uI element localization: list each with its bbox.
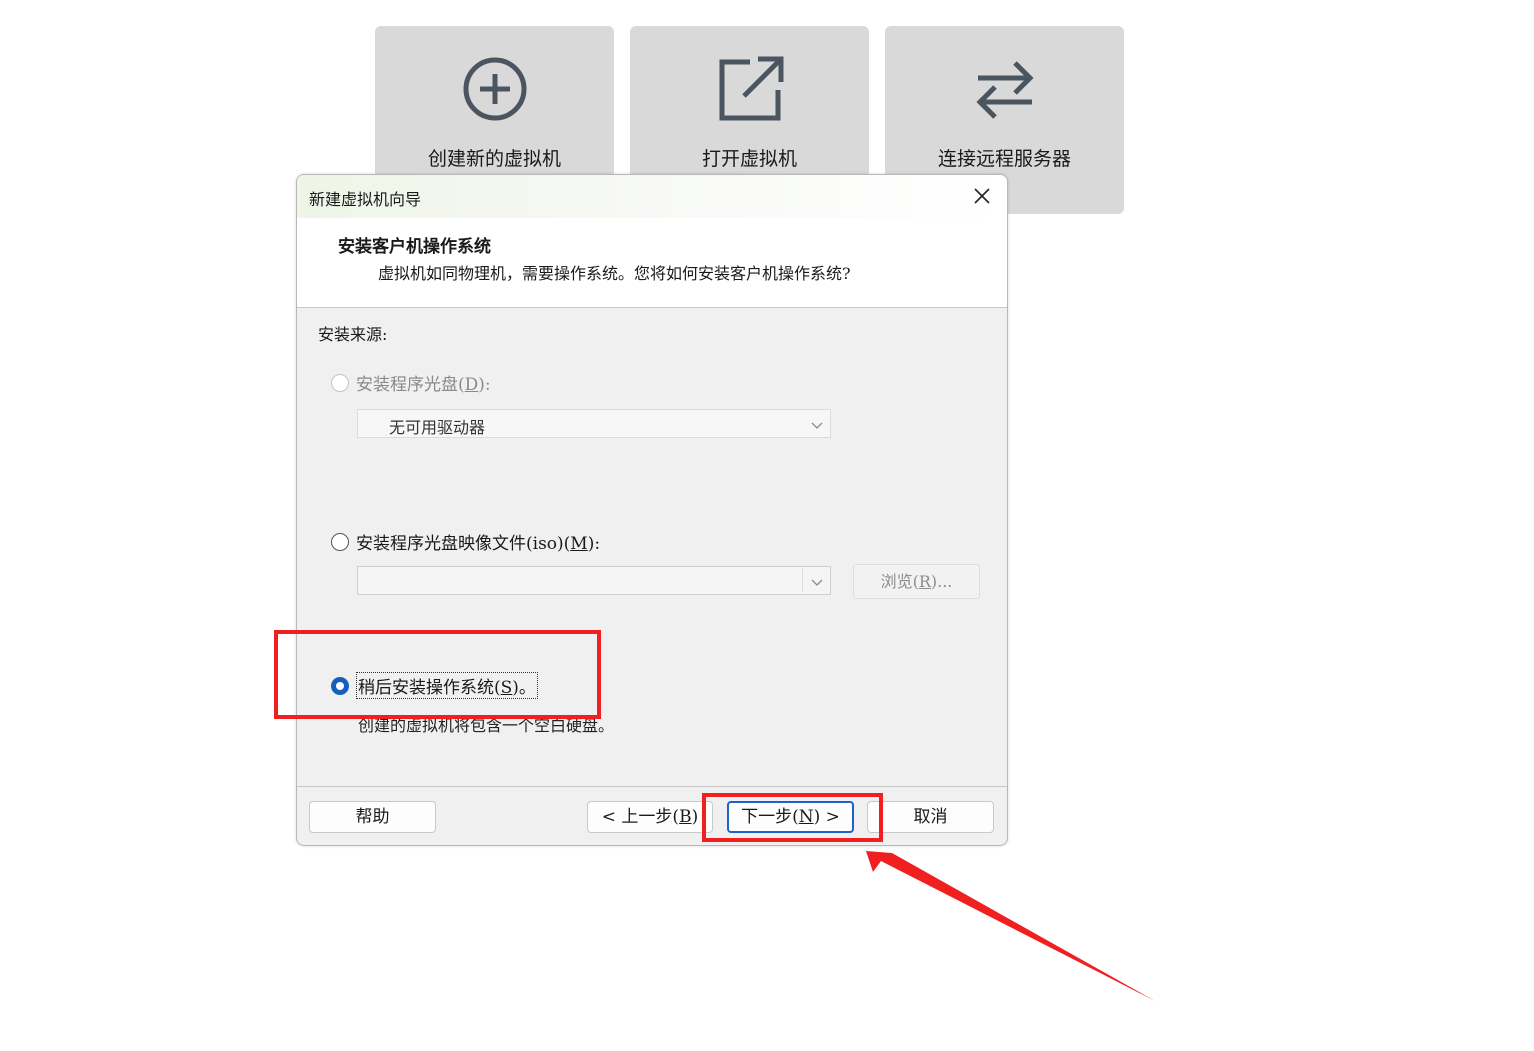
create-vm-label: 创建新的虚拟机: [427, 148, 561, 170]
disc-drive-select[interactable]: 无可用驱动器: [357, 409, 831, 438]
chevron-down-icon: [811, 579, 823, 586]
wizard-header: 安装客户机操作系统 虚拟机如同物理机，需要操作系统。您将如何安装客户机操作系统?: [297, 218, 1007, 308]
help-button[interactable]: 帮助: [309, 801, 436, 833]
combo-separator: [802, 569, 803, 592]
open-vm-label: 打开虚拟机: [701, 148, 797, 170]
cancel-button[interactable]: 取消: [867, 801, 994, 833]
radio-button[interactable]: [331, 532, 349, 551]
new-vm-wizard-dialog: 新建虚拟机向导 安装客户机操作系统 虚拟机如同物理机，需要操作系统。您将如何安装…: [296, 174, 1008, 846]
connect-remote-label: 连接远程服务器: [937, 148, 1071, 170]
radio-button[interactable]: [331, 373, 349, 392]
install-source-label: 安装来源:: [318, 325, 388, 344]
page-title: 安装客户机操作系统: [338, 237, 491, 257]
dialog-titlebar: 新建虚拟机向导: [297, 175, 1007, 218]
radio-install-iso-label: 安装程序光盘映像文件(iso)(M):: [356, 534, 601, 554]
install-later-note: 创建的虚拟机将包含一个空白硬盘。: [358, 716, 615, 735]
radio-install-disc[interactable]: 安装程序光盘(D):: [331, 370, 491, 395]
page-subtitle: 虚拟机如同物理机，需要操作系统。您将如何安装客户机操作系统?: [378, 264, 851, 283]
disc-drive-select-value: 无可用驱动器: [389, 418, 486, 437]
swap-arrows-icon: [885, 54, 1124, 124]
chevron-down-icon: [811, 422, 823, 429]
open-external-icon: [630, 54, 869, 124]
browse-button[interactable]: 浏览(R)...: [853, 564, 980, 599]
plus-circle-icon: [375, 54, 614, 124]
radio-install-disc-label: 安装程序光盘(D):: [356, 375, 491, 395]
next-button[interactable]: 下一步(N) >: [727, 801, 854, 833]
close-button[interactable]: [965, 181, 999, 211]
radio-install-later-label: 稍后安装操作系统(S)。: [356, 672, 538, 699]
radio-install-iso[interactable]: 安装程序光盘映像文件(iso)(M):: [331, 529, 600, 554]
close-icon: [974, 188, 990, 204]
iso-path-combobox[interactable]: [357, 566, 831, 595]
radio-install-later[interactable]: 稍后安装操作系统(S)。: [331, 672, 538, 699]
radio-button[interactable]: [331, 676, 349, 695]
back-button[interactable]: < 上一步(B): [587, 801, 713, 833]
footer-divider: [297, 786, 1007, 787]
dialog-title: 新建虚拟机向导: [309, 190, 422, 209]
